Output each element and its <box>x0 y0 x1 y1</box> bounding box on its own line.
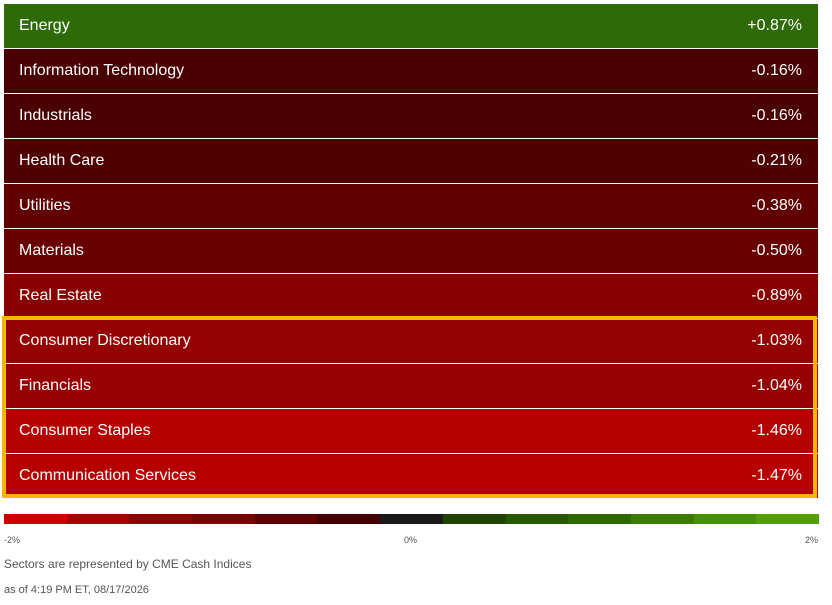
scale-segment <box>254 514 318 524</box>
scale-mid-label: 0% <box>404 535 418 545</box>
scale-segment <box>568 514 631 524</box>
sector-list: Energy +0.87% Information Technology -0.16%… <box>4 4 818 498</box>
sector-name: Materials <box>19 242 84 259</box>
sector-change: -0.89% <box>751 287 802 304</box>
scale-min-label: -2% <box>4 535 21 545</box>
sector-name: Financials <box>19 377 92 394</box>
scale-segment <box>380 514 443 524</box>
sector-name: Real Estate <box>19 287 102 304</box>
sector-row[interactable]: Information Technology -0.16% <box>4 49 818 94</box>
sector-row[interactable]: Energy +0.87% <box>4 4 818 49</box>
scale-segment <box>129 514 193 524</box>
sector-row[interactable]: Consumer Staples -1.46% <box>4 409 818 454</box>
sector-row[interactable]: Industrials -0.16% <box>4 94 818 139</box>
sector-row[interactable]: Utilities -0.38% <box>4 184 818 229</box>
scale-segment <box>693 514 757 524</box>
source-note: Sectors are represented by CME Cash Indi… <box>4 557 252 571</box>
sector-change: -1.03% <box>751 332 802 349</box>
color-scale-bar <box>4 514 819 524</box>
sector-change: -0.38% <box>751 197 802 214</box>
sector-row[interactable]: Health Care -0.21% <box>4 139 818 184</box>
sector-change: -0.21% <box>751 152 802 169</box>
sector-name: Consumer Staples <box>19 422 151 439</box>
scale-segment <box>317 514 381 524</box>
sector-change: -1.46% <box>751 422 802 439</box>
sector-row[interactable]: Consumer Discretionary -1.03% <box>4 319 818 364</box>
scale-max-label: 2% <box>805 535 819 545</box>
sector-name: Utilities <box>19 197 71 214</box>
sector-name: Consumer Discretionary <box>19 332 191 349</box>
sector-change: +0.87% <box>747 17 802 34</box>
scale-segment <box>505 514 569 524</box>
scale-segment <box>192 514 255 524</box>
sector-name: Information Technology <box>19 62 185 79</box>
sector-row[interactable]: Real Estate -0.89% <box>4 274 818 319</box>
sector-change: -0.16% <box>751 62 802 79</box>
scale-segment <box>630 514 694 524</box>
scale-segment <box>4 514 67 524</box>
sector-change: -1.47% <box>751 467 802 484</box>
scale-segment <box>756 514 819 524</box>
sector-name: Energy <box>19 17 70 34</box>
timestamp: as of 4:19 PM ET, 08/17/2026 <box>4 584 149 596</box>
sector-name: Health Care <box>19 152 105 169</box>
sector-row[interactable]: Communication Services -1.47% <box>4 454 818 498</box>
sector-change: -0.16% <box>751 107 802 124</box>
sector-row[interactable]: Financials -1.04% <box>4 364 818 409</box>
sector-name: Industrials <box>19 107 92 124</box>
sector-name: Communication Services <box>19 467 196 484</box>
sector-change: -1.04% <box>751 377 802 394</box>
sector-row[interactable]: Materials -0.50% <box>4 229 818 274</box>
scale-segment <box>442 514 506 524</box>
sector-change: -0.50% <box>751 242 802 259</box>
scale-segment <box>66 514 130 524</box>
